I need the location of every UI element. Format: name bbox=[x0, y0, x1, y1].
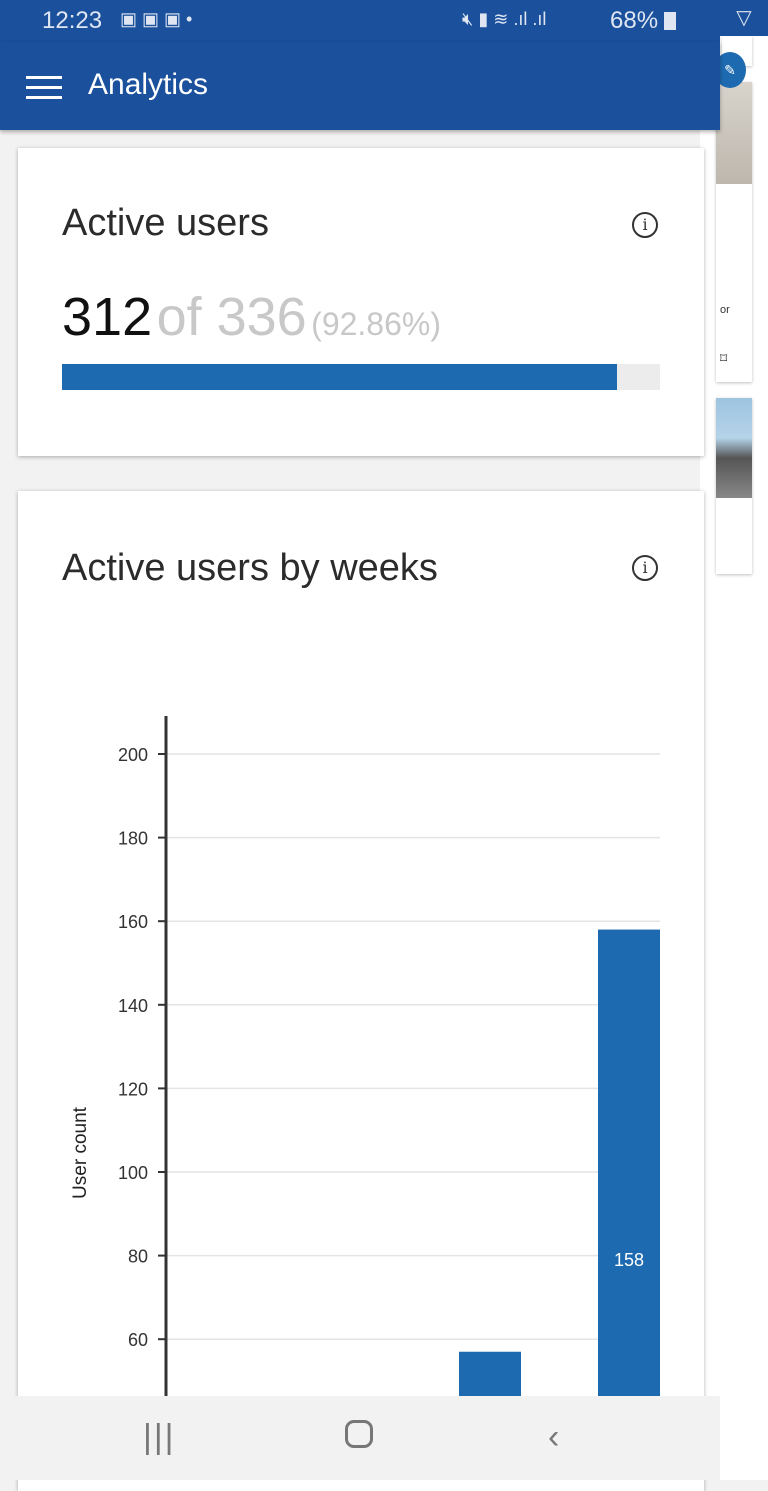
y-tick-label: 200 bbox=[118, 745, 148, 765]
back-button[interactable]: ‹ bbox=[548, 1418, 559, 1457]
bar bbox=[459, 1351, 521, 1396]
recents-button[interactable]: ||| bbox=[143, 1418, 176, 1457]
bar-chart: User count 60 80 100 120 140 160 180 200 158 bbox=[70, 716, 660, 1396]
y-axis-label: User count bbox=[70, 1106, 91, 1199]
bar bbox=[598, 929, 660, 1396]
y-tick-label: 100 bbox=[118, 1163, 148, 1183]
navigation-bar: ||| ‹ bbox=[0, 1396, 720, 1480]
y-tick-label: 80 bbox=[128, 1247, 148, 1267]
y-tick-label: 160 bbox=[118, 912, 148, 932]
y-tick-label: 140 bbox=[118, 996, 148, 1016]
y-tick-label: 60 bbox=[128, 1330, 148, 1350]
y-tick-label: 120 bbox=[118, 1079, 148, 1099]
home-button[interactable] bbox=[345, 1420, 373, 1448]
bar-data-label: 158 bbox=[614, 1250, 644, 1270]
y-tick-label: 180 bbox=[118, 829, 148, 849]
